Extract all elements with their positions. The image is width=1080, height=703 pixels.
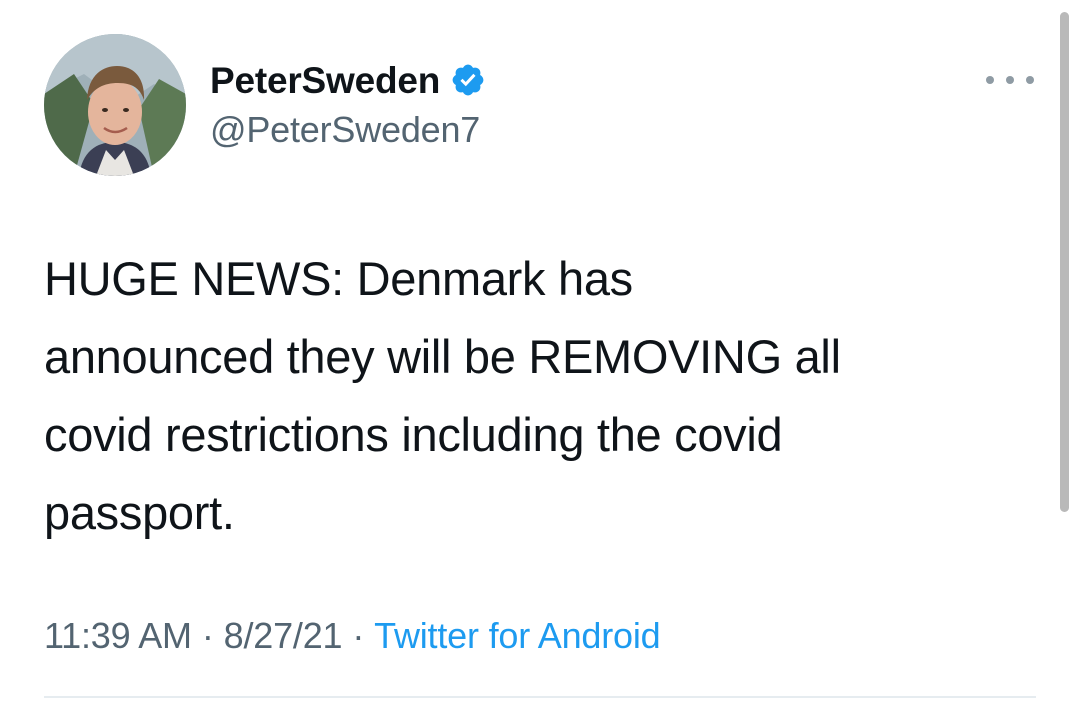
author-name-row[interactable]: PeterSweden — [210, 55, 486, 105]
avatar-photo — [44, 34, 186, 176]
tweet-time[interactable]: 11:39 AM — [44, 614, 192, 657]
tweet-meta: 11:39 AM · 8/27/21 · Twitter for Android — [44, 614, 661, 657]
tweet-date[interactable]: 8/27/21 — [224, 614, 343, 657]
more-dot — [986, 76, 994, 84]
meta-separator: · — [352, 615, 365, 656]
tweet-text: HUGE NEWS: Denmark has announced they wi… — [44, 252, 841, 539]
author-handle[interactable]: @PeterSweden7 — [210, 110, 480, 150]
verified-badge-icon — [450, 62, 486, 98]
tweet-source-link[interactable]: Twitter for Android — [374, 614, 661, 657]
divider — [44, 696, 1036, 698]
avatar[interactable] — [44, 34, 186, 176]
meta-separator: · — [201, 615, 214, 656]
more-dot — [1006, 76, 1014, 84]
display-name[interactable]: PeterSweden — [210, 62, 440, 99]
more-horizontal-icon[interactable] — [986, 68, 1034, 92]
tweet-card: PeterSweden @PeterSweden7 HUGE NEWS: Den… — [0, 0, 1080, 703]
more-dot — [1026, 76, 1034, 84]
scrollbar[interactable] — [1060, 12, 1069, 512]
